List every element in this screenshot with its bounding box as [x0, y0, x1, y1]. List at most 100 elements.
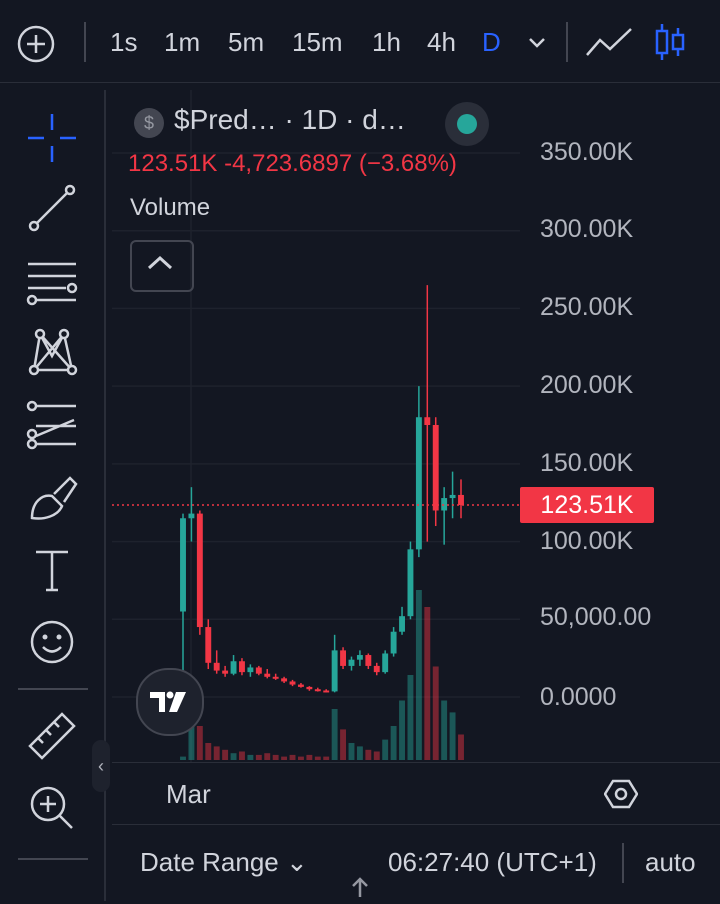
ruler-icon[interactable]: [24, 708, 80, 764]
candle-body[interactable]: [365, 655, 372, 666]
volume-bar: [289, 754, 296, 760]
candle-body[interactable]: [264, 673, 271, 677]
volume-bar: [281, 756, 288, 760]
line-chart-icon[interactable]: [584, 22, 634, 67]
settings-hexagon-icon[interactable]: [603, 777, 639, 816]
candle-body[interactable]: [289, 681, 296, 685]
candle-body[interactable]: [432, 425, 439, 511]
candle-body[interactable]: [458, 494, 464, 506]
toolbar-divider: [566, 22, 568, 62]
toolbar-divider: [18, 858, 88, 860]
volume-bar: [407, 675, 414, 760]
candle-body[interactable]: [180, 518, 186, 612]
text-icon[interactable]: [24, 542, 80, 598]
candle-body[interactable]: [356, 655, 363, 660]
candle-body[interactable]: [449, 494, 456, 499]
candle-body[interactable]: [407, 549, 414, 617]
time-axis[interactable]: Mar: [112, 762, 720, 825]
interval-1h[interactable]: 1h: [372, 22, 401, 62]
candle-body[interactable]: [331, 650, 338, 692]
price-axis-label: 200.00K: [540, 371, 634, 399]
volume-bar: [180, 756, 186, 760]
arrow-up-icon[interactable]: [350, 875, 370, 904]
bottom-bar-divider: [622, 843, 624, 883]
interval-15m[interactable]: 15m: [292, 22, 343, 62]
fib-retracement-icon[interactable]: [24, 254, 80, 310]
market-status-icon[interactable]: [445, 102, 489, 146]
volume-bar: [264, 753, 271, 760]
price-axis[interactable]: 350.00K 300.00K 250.00K 200.00K 150.00K …: [520, 90, 720, 762]
volume-bar: [399, 700, 405, 760]
volume-bar: [449, 712, 456, 760]
volume-bar: [424, 607, 431, 760]
candle-body[interactable]: [239, 661, 245, 673]
candle-body[interactable]: [373, 665, 380, 673]
price-axis-label: 150.00K: [540, 449, 634, 477]
candle-body[interactable]: [205, 627, 212, 663]
volume-bar: [356, 746, 363, 760]
volume-bar: [348, 743, 355, 760]
price-axis-label: 100.00K: [540, 527, 634, 555]
candle-body[interactable]: [213, 662, 220, 671]
candle-body[interactable]: [399, 616, 405, 632]
candle-body[interactable]: [340, 650, 347, 666]
candle-body[interactable]: [441, 498, 448, 511]
interval-1s[interactable]: 1s: [110, 22, 137, 62]
zoom-in-icon[interactable]: [24, 780, 80, 836]
volume-bar: [306, 754, 313, 760]
volume-bar: [205, 743, 212, 760]
candle-body[interactable]: [297, 684, 304, 687]
interval-5m[interactable]: 5m: [228, 22, 264, 62]
candles-icon[interactable]: [652, 20, 688, 69]
collapse-legend-button[interactable]: [130, 240, 194, 292]
interval-d[interactable]: D: [482, 22, 501, 62]
candle-body[interactable]: [281, 678, 288, 682]
price-chart[interactable]: [112, 90, 520, 762]
volume-bar: [382, 739, 389, 760]
volume-bar: [239, 751, 245, 760]
volume-bar: [415, 590, 422, 760]
volume-bar: [314, 756, 321, 760]
candle-body[interactable]: [247, 667, 254, 673]
top-toolbar: 1s 1m 5m 15m 1h 4h D: [0, 0, 720, 83]
crosshair-icon[interactable]: [24, 110, 80, 166]
candle-body[interactable]: [272, 676, 279, 679]
candle-body[interactable]: [306, 686, 313, 690]
volume-bar: [340, 729, 347, 760]
volume-indicator-label[interactable]: Volume: [130, 194, 210, 222]
add-symbol-icon[interactable]: [16, 24, 56, 69]
candle-body[interactable]: [230, 661, 237, 674]
price-axis-label: 0.0000: [540, 683, 617, 711]
trend-line-icon[interactable]: [24, 180, 80, 236]
clock-timezone[interactable]: 06:27:40 (UTC+1): [388, 847, 597, 878]
volume-bar: [365, 749, 372, 760]
chevron-down-icon[interactable]: [524, 30, 550, 61]
candle-body[interactable]: [382, 653, 389, 673]
auto-scale-button[interactable]: auto: [645, 847, 696, 878]
candle-body[interactable]: [348, 659, 355, 666]
candle-body[interactable]: [196, 513, 203, 628]
candle-body[interactable]: [390, 631, 397, 654]
date-range-button[interactable]: Date Range ⌄: [140, 847, 308, 878]
price-axis-label: 50,000.00: [540, 603, 652, 631]
collapse-toolbar-button[interactable]: ‹: [92, 740, 110, 792]
emoji-icon[interactable]: [24, 614, 80, 670]
chart-pane[interactable]: $ $Pred… · 1D · d… 123.51K -4,723.6897 (…: [112, 90, 720, 901]
candle-body[interactable]: [314, 689, 321, 692]
candle-body[interactable]: [415, 417, 422, 550]
candle-body[interactable]: [222, 670, 229, 674]
candle-body[interactable]: [188, 513, 195, 519]
candle-body[interactable]: [255, 667, 262, 674]
forecast-icon[interactable]: [24, 398, 80, 454]
pattern-icon[interactable]: [24, 324, 80, 380]
tradingview-logo[interactable]: [136, 668, 204, 736]
interval-4h[interactable]: 4h: [427, 22, 456, 62]
interval-1m[interactable]: 1m: [164, 22, 200, 62]
symbol-title[interactable]: $Pred… · 1D · d…: [174, 104, 406, 136]
brush-icon[interactable]: [24, 470, 80, 526]
candle-body[interactable]: [424, 417, 431, 425]
time-axis-label: Mar: [166, 779, 211, 809]
price-axis-label: 300.00K: [540, 215, 634, 243]
candle-body[interactable]: [323, 690, 330, 693]
price-axis-label: 350.00K: [540, 138, 634, 166]
